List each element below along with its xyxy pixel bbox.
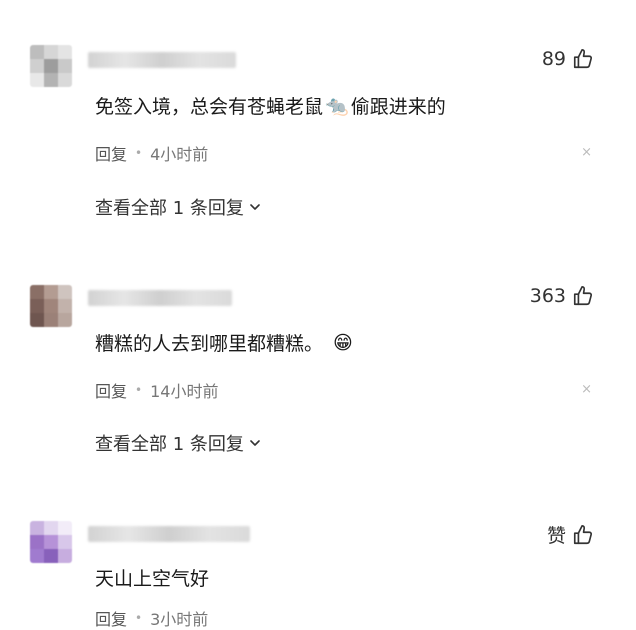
avatar-pixel	[44, 73, 58, 87]
comment-text-part: 偷跟进来的	[350, 96, 446, 118]
avatar[interactable]	[30, 285, 72, 327]
avatar-pixel	[44, 549, 58, 563]
avatar-pixel	[58, 313, 72, 327]
avatar-pixel	[30, 285, 44, 299]
comment-meta: 回复 • 14小时前	[95, 378, 218, 402]
reply-button[interactable]: 回复	[95, 606, 127, 630]
avatar-pixel	[30, 45, 44, 59]
avatar-pixel	[44, 521, 58, 535]
avatar-pixel	[44, 313, 58, 327]
comment-text: 糟糕的人去到哪里都糟糕。 😁	[95, 329, 355, 356]
comment-text: 天山上空气好	[95, 564, 209, 591]
avatar-pixel	[30, 73, 44, 87]
comment-text-part: 糟糕的人去到哪里都糟糕。	[95, 333, 324, 355]
like-button[interactable]: 363	[530, 285, 594, 307]
avatar-pixel	[30, 535, 44, 549]
avatar-pixel	[44, 535, 58, 549]
close-icon[interactable]: ×	[581, 382, 592, 397]
view-all-replies-button[interactable]: 查看全部 1 条回复	[95, 430, 262, 456]
timestamp: 4小时前	[150, 145, 209, 164]
avatar-pixel	[44, 59, 58, 73]
timestamp: 14小时前	[150, 382, 219, 401]
grin-emoji: 😁	[333, 331, 353, 354]
like-button[interactable]: 89	[542, 48, 594, 70]
view-all-replies-label: 查看全部 1 条回复	[95, 198, 244, 219]
avatar[interactable]	[30, 45, 72, 87]
avatar-pixel	[58, 45, 72, 59]
comment-text: 免签入境，总会有苍蝇老鼠 🐀 偷跟进来的	[95, 92, 446, 119]
close-icon[interactable]: ×	[581, 145, 592, 160]
comment-text-part: 天山上空气好	[95, 568, 210, 590]
username-blurred[interactable]	[88, 52, 236, 68]
avatar-pixel	[58, 299, 72, 313]
reply-button[interactable]: 回复	[95, 141, 127, 165]
like-count: 363	[529, 285, 566, 307]
avatar-pixel	[58, 535, 72, 549]
chevron-down-icon	[250, 440, 260, 446]
view-all-replies-label: 查看全部 1 条回复	[95, 434, 244, 455]
thumbs-up-icon	[573, 286, 593, 306]
avatar-pixel	[58, 285, 72, 299]
avatar[interactable]	[30, 521, 72, 563]
comment-meta: 回复 • 3小时前	[95, 606, 208, 630]
like-count: 89	[541, 48, 566, 70]
avatar-pixel	[30, 313, 44, 327]
thumbs-up-icon	[573, 524, 593, 544]
avatar-pixel	[58, 73, 72, 87]
avatar-pixel	[44, 299, 58, 313]
chevron-down-icon	[250, 204, 260, 210]
separator-dot: •	[135, 611, 143, 625]
like-button[interactable]: 赞	[547, 521, 594, 548]
username-blurred[interactable]	[88, 526, 250, 542]
reply-button[interactable]: 回复	[95, 378, 127, 402]
rat-emoji: 🐀	[325, 95, 349, 117]
avatar-pixel	[30, 299, 44, 313]
thumbs-up-icon	[573, 49, 593, 69]
username-blurred[interactable]	[88, 290, 232, 306]
view-all-replies-button[interactable]: 查看全部 1 条回复	[95, 194, 262, 220]
avatar-pixel	[58, 521, 72, 535]
avatar-pixel	[44, 285, 58, 299]
avatar-pixel	[58, 59, 72, 73]
timestamp: 3小时前	[150, 610, 209, 629]
avatar-pixel	[30, 59, 44, 73]
avatar-pixel	[30, 549, 44, 563]
avatar-pixel	[44, 45, 58, 59]
separator-dot: •	[135, 383, 143, 397]
separator-dot: •	[135, 146, 143, 160]
avatar-pixel	[30, 521, 44, 535]
like-label: 赞	[546, 525, 566, 547]
comment-text-part: 免签入境，总会有苍蝇老鼠	[95, 96, 324, 118]
avatar-pixel	[58, 549, 72, 563]
comment-meta: 回复 • 4小时前	[95, 141, 208, 165]
